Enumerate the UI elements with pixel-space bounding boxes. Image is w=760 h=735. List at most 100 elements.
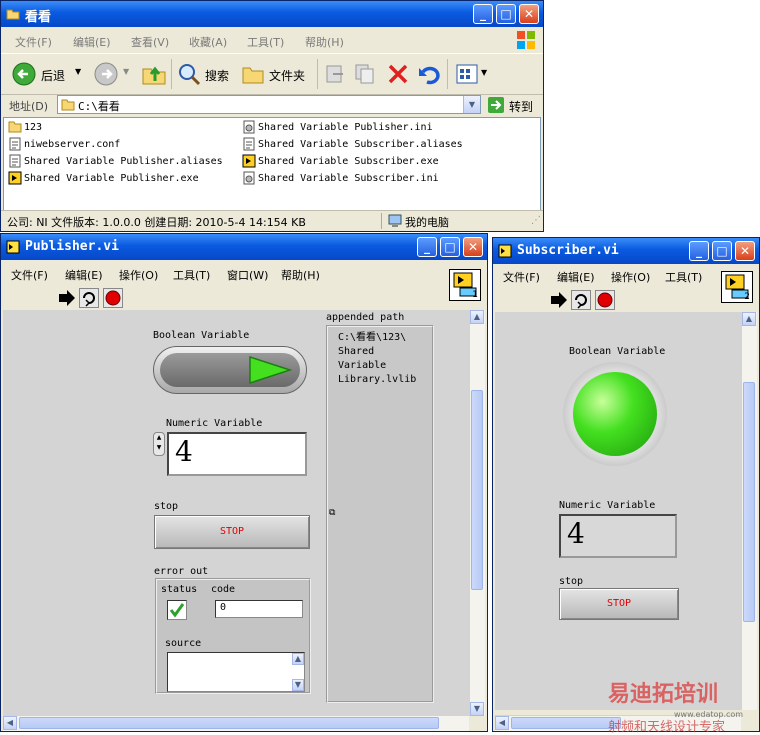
menu-tools[interactable]: 工具(T) xyxy=(173,267,210,283)
minimize-button[interactable]: _ xyxy=(473,4,493,24)
undo-icon[interactable] xyxy=(417,62,441,86)
menu-file[interactable]: 文件(F) xyxy=(15,34,52,50)
back-button[interactable]: 后退 ▼ xyxy=(11,61,86,87)
explorer-title: 看看 xyxy=(25,10,52,25)
abort-button[interactable] xyxy=(103,288,123,308)
publisher-vertical-scrollbar[interactable]: ▲ ▼ xyxy=(469,310,485,716)
close-button[interactable]: ✕ xyxy=(463,237,483,257)
publisher-titlebar[interactable]: Publisher.vi _ □ ✕ xyxy=(1,234,487,260)
explorer-titlebar[interactable]: 看看 _ □ ✕ xyxy=(1,1,543,27)
folders-button[interactable]: 文件夹 xyxy=(241,61,313,87)
toolbar-separator xyxy=(447,59,448,89)
status-location: 我的电脑 xyxy=(405,216,449,229)
stop-button[interactable]: STOP xyxy=(154,515,310,549)
menu-help[interactable]: 帮助(H) xyxy=(305,34,344,50)
chevron-down-icon: ▼ xyxy=(481,68,488,77)
resize-grip-icon[interactable]: ⋰ xyxy=(531,215,541,226)
subscriber-titlebar[interactable]: Subscriber.vi _ □ ✕ xyxy=(493,238,759,264)
forward-button[interactable]: ▼ xyxy=(93,61,133,87)
subscriber-toolbar: 2 xyxy=(493,271,759,312)
run-continuously-button[interactable] xyxy=(571,290,591,310)
minimize-button[interactable]: _ xyxy=(689,241,709,261)
code-value: 0 xyxy=(220,602,227,613)
menu-favorites[interactable]: 收藏(A) xyxy=(189,34,227,50)
appended-path-text: C:\看看\123\ Shared Variable Library.lvlib xyxy=(338,331,416,387)
folders-label: 文件夹 xyxy=(269,69,306,83)
stop-button[interactable]: STOP xyxy=(559,588,679,620)
vi-number: 1 xyxy=(472,290,478,300)
run-continuously-icon xyxy=(83,292,95,307)
boolean-switch[interactable] xyxy=(153,346,307,394)
subscriber-vertical-scrollbar[interactable]: ▲ xyxy=(741,312,757,710)
move-to-icon[interactable] xyxy=(323,62,347,86)
scroll-thumb[interactable] xyxy=(743,382,755,622)
menu-edit[interactable]: 编辑(E) xyxy=(65,267,103,283)
folders-icon xyxy=(242,67,264,84)
path-line: Shared xyxy=(338,346,375,357)
chevron-down-icon[interactable]: ▼ xyxy=(75,67,81,76)
close-button[interactable]: ✕ xyxy=(735,241,755,261)
toolbar-separator xyxy=(317,59,318,89)
numeric-variable-label: Numeric Variable xyxy=(559,500,656,511)
menu-operate[interactable]: 操作(O) xyxy=(611,269,650,285)
menu-tools[interactable]: 工具(T) xyxy=(247,34,284,50)
run-continuously-icon xyxy=(575,294,587,309)
views-button[interactable]: ▼ xyxy=(455,62,491,86)
copy-to-icon[interactable] xyxy=(353,62,377,86)
numeric-variable-control[interactable]: 4 xyxy=(167,432,307,476)
close-button[interactable]: ✕ xyxy=(519,4,539,24)
boolean-variable-label: Boolean Variable xyxy=(153,330,250,341)
address-bar: 地址(D) C:\看看 ▼ 转到 xyxy=(1,94,543,116)
path-line: Library.lvlib xyxy=(338,374,417,385)
menu-file[interactable]: 文件(F) xyxy=(11,267,48,283)
run-arrow-icon[interactable] xyxy=(57,289,77,307)
explorer-menubar: 文件(F) 编辑(E) 查看(V) 收藏(A) 工具(T) 帮助(H) xyxy=(1,31,543,51)
chevron-down-icon[interactable]: ▼ xyxy=(123,67,129,76)
address-input[interactable]: C:\看看 ▼ xyxy=(57,95,481,114)
menu-edit[interactable]: 编辑(E) xyxy=(73,34,111,50)
menu-view[interactable]: 查看(V) xyxy=(131,34,169,50)
scroll-up-icon[interactable]: ▲ xyxy=(470,310,484,324)
scroll-down-icon[interactable]: ▼ xyxy=(292,679,304,691)
numeric-increment-icon[interactable]: ▲ ▼ xyxy=(153,432,165,456)
scroll-thumb[interactable] xyxy=(19,717,439,729)
menu-edit[interactable]: 编辑(E) xyxy=(557,269,595,285)
scroll-left-icon[interactable]: ◀ xyxy=(495,716,509,730)
run-continuously-button[interactable] xyxy=(79,288,99,308)
status-label: status xyxy=(161,584,198,595)
source-field: ▲ ▼ xyxy=(167,652,305,692)
config-file-icon xyxy=(8,154,22,171)
minimize-button[interactable]: _ xyxy=(417,237,437,257)
scroll-up-icon[interactable]: ▲ xyxy=(742,312,756,326)
run-arrow-icon[interactable] xyxy=(549,291,569,309)
scroll-down-icon[interactable]: ▼ xyxy=(470,702,484,716)
error-out-cluster: status code 0 source ▲ ▼ xyxy=(155,578,311,694)
resize-handle-icon[interactable]: ⧉ xyxy=(329,508,335,518)
folder-icon xyxy=(6,9,20,20)
abort-icon xyxy=(597,292,613,308)
menu-tools[interactable]: 工具(T) xyxy=(665,269,702,285)
back-label: 后退 xyxy=(41,69,66,83)
maximize-button[interactable]: □ xyxy=(440,237,460,257)
watermark-line1: 易迪拓培训 xyxy=(608,682,719,707)
menu-file[interactable]: 文件(F) xyxy=(503,269,540,285)
scroll-up-icon[interactable]: ▲ xyxy=(292,653,304,665)
delete-icon[interactable] xyxy=(386,62,410,86)
maximize-button[interactable]: □ xyxy=(496,4,516,24)
address-dropdown-button[interactable]: ▼ xyxy=(463,96,480,113)
search-button[interactable]: 搜索 xyxy=(177,61,235,87)
maximize-button[interactable]: □ xyxy=(712,241,732,261)
back-arrow-icon xyxy=(12,62,36,86)
path-line: C:\看看\123\ xyxy=(338,332,407,343)
publisher-horizontal-scrollbar[interactable]: ◀ xyxy=(3,715,469,731)
go-button[interactable]: 转到 xyxy=(487,95,539,115)
menu-operate[interactable]: 操作(O) xyxy=(119,267,158,283)
scroll-left-icon[interactable]: ◀ xyxy=(3,716,17,730)
scroll-thumb[interactable] xyxy=(471,390,483,590)
abort-button[interactable] xyxy=(595,290,615,310)
menu-window[interactable]: 窗口(W) xyxy=(227,267,268,283)
up-folder-icon[interactable] xyxy=(141,61,167,87)
boolean-led xyxy=(563,362,667,466)
menu-help[interactable]: 帮助(H) xyxy=(281,267,320,283)
address-label: 地址(D) xyxy=(9,100,49,113)
